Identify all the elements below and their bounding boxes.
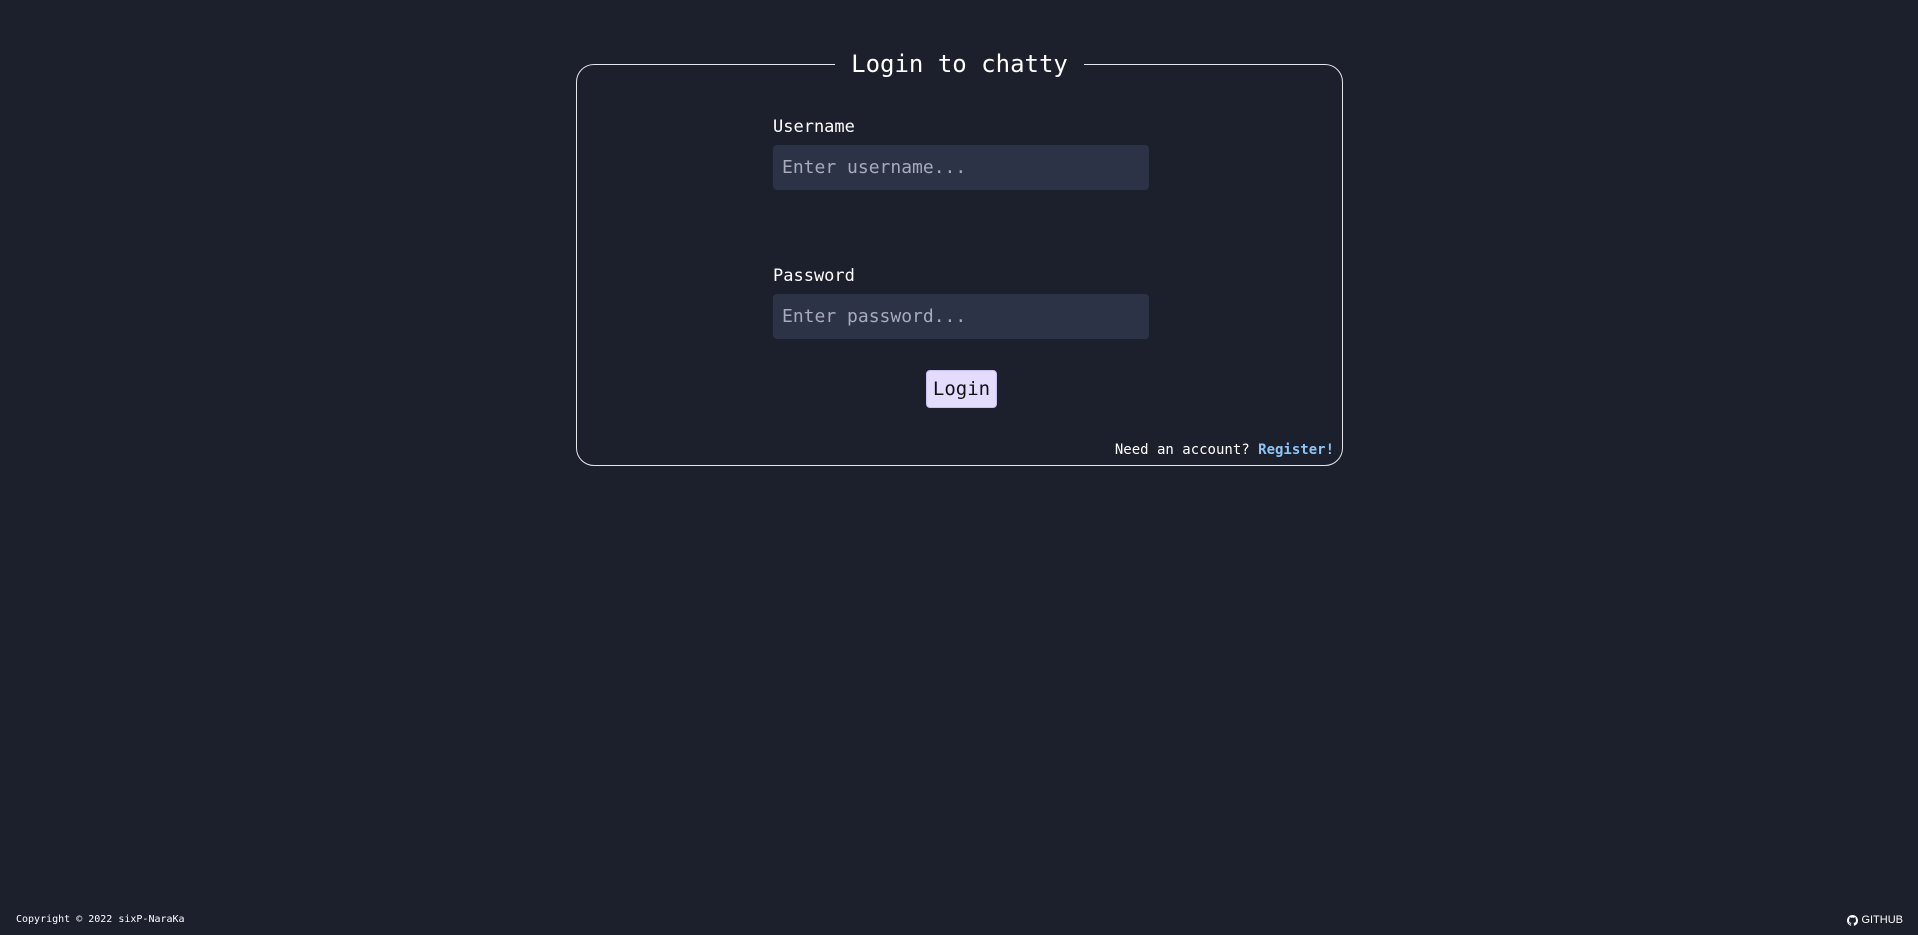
login-form: Login to chatty Username Password Login … [576, 49, 1343, 466]
register-link[interactable]: Register! [1258, 442, 1334, 458]
footer-copyright: Copyright © 2022 sixP-NaraKa [16, 914, 185, 925]
username-field: Username [773, 115, 1149, 190]
github-icon [1847, 914, 1859, 926]
password-input[interactable] [773, 294, 1149, 339]
github-label: GITHUB [1861, 914, 1903, 926]
password-label: Password [773, 266, 855, 286]
github-link[interactable]: GITHUB [1847, 913, 1903, 927]
password-field: Password [773, 264, 1149, 339]
login-page: Login to chatty Username Password Login … [0, 0, 1918, 935]
username-label: Username [773, 117, 855, 137]
login-title: Login to chatty [835, 49, 1084, 79]
username-input[interactable] [773, 145, 1149, 190]
register-prompt-text: Need an account? [1114, 442, 1250, 458]
login-button[interactable]: Login [926, 370, 997, 408]
register-prompt: Need an account? Register! [1115, 441, 1334, 459]
